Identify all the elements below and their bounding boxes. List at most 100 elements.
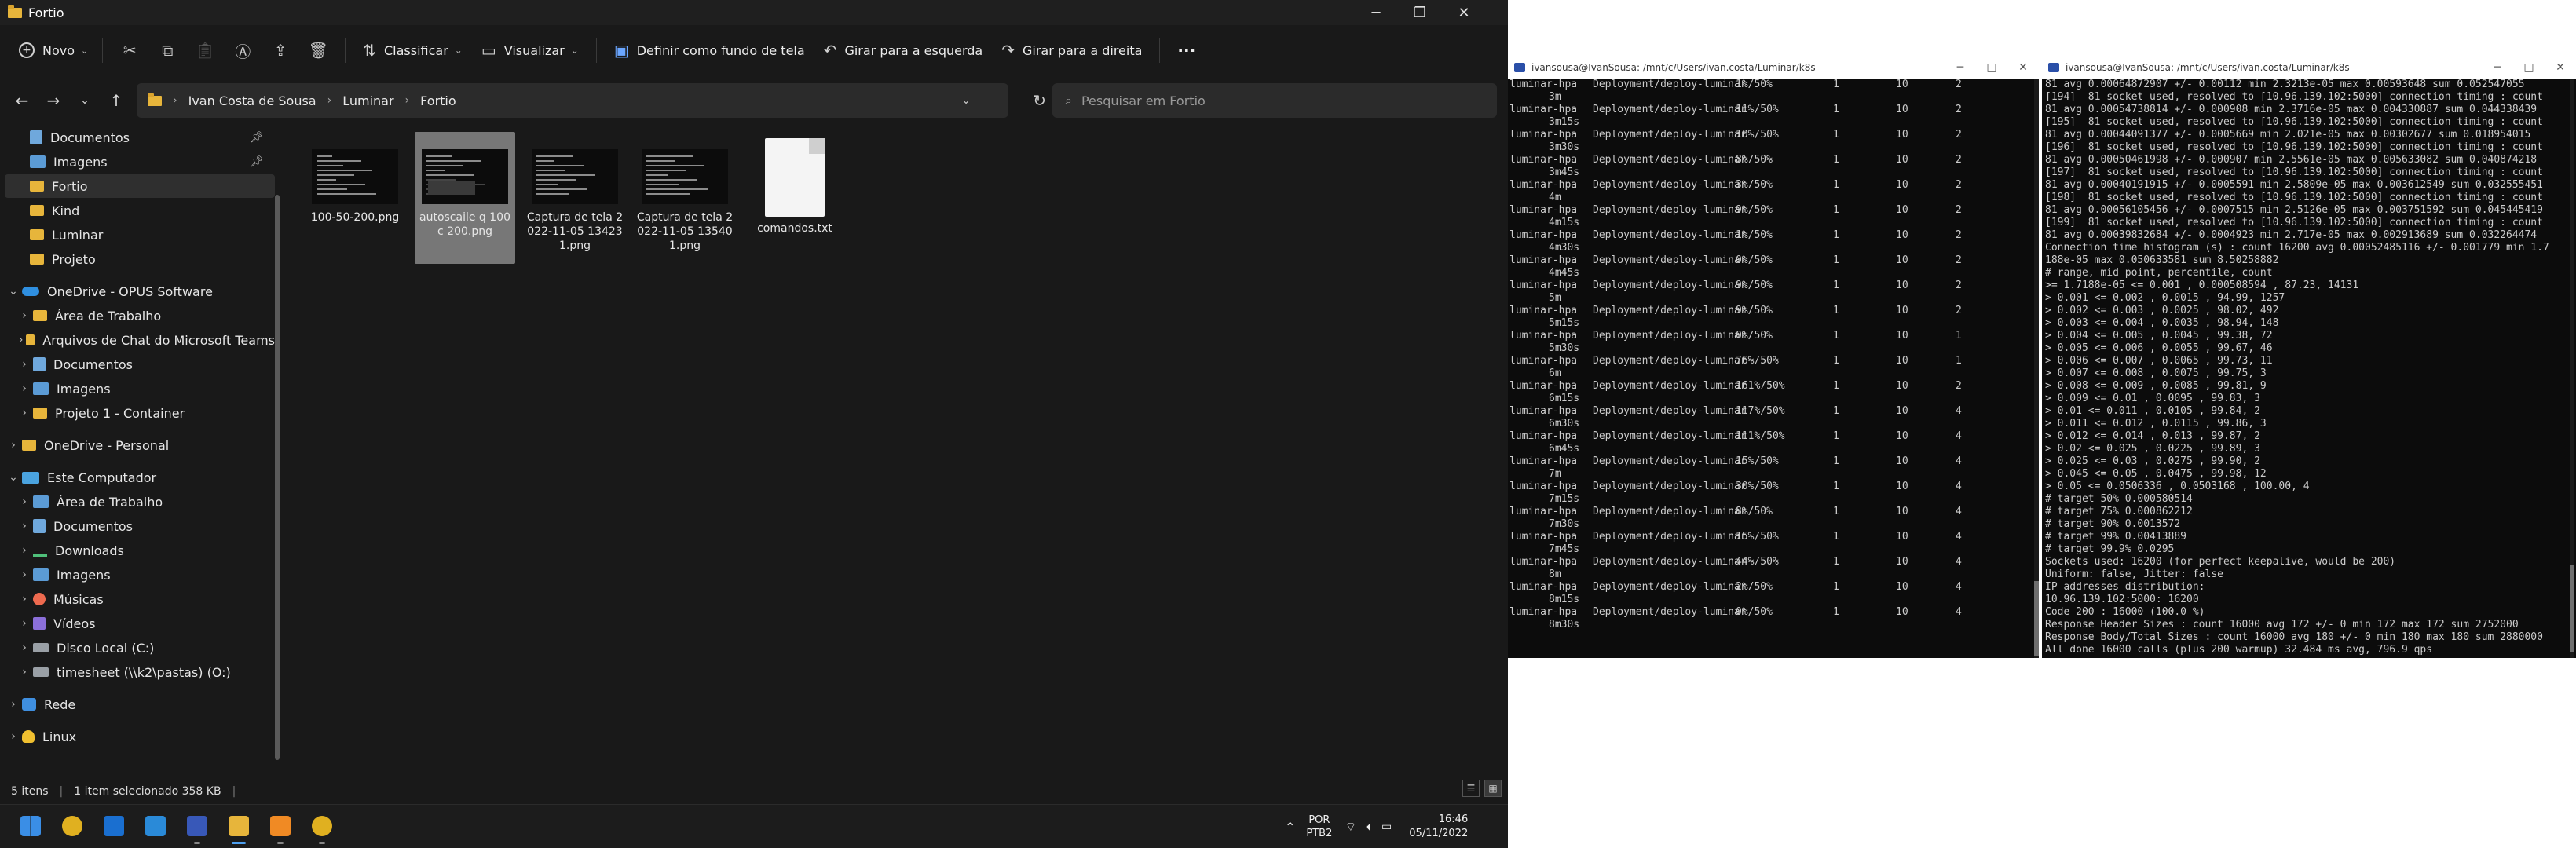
file-item[interactable]: autoscaile q 100 c 200.png [415,132,515,264]
maximize-button[interactable]: ❐ [1398,0,1442,25]
chrome-icon[interactable] [59,813,86,839]
file-item[interactable]: Captura de tela 2022-11-05 134231.png [525,132,625,264]
chevron-down-icon[interactable]: ⌄ [5,471,22,484]
sort-button[interactable]: ⇅ Classificar ⌄ [353,35,472,66]
paste-icon[interactable]: 📋︎ [186,35,224,66]
wifi-icon[interactable]: ⌔ [1345,819,1356,835]
nav-item[interactable]: › Documentos [5,353,275,376]
chevron-right-icon[interactable]: › [16,520,33,532]
chevron-right-icon[interactable]: › [16,544,33,557]
chevron-up-icon[interactable]: ⌃ [1285,820,1295,835]
close-button[interactable]: ✕ [1442,0,1486,25]
file-item[interactable]: 100-50-200.png [305,132,405,264]
chevron-down-icon[interactable]: ⌄ [5,285,22,298]
nav-item[interactable]: › Linux [5,725,275,748]
refresh-icon[interactable]: ↻ [1033,91,1046,110]
start-icon[interactable] [17,813,44,839]
rotate-left-button[interactable]: ↶ Girar para a esquerda [814,35,993,66]
nav-item[interactable]: Imagens 📌︎ [5,150,275,174]
nav-item[interactable]: › Disco Local (C:) [5,636,275,660]
sublime-icon[interactable] [267,813,294,844]
nav-item[interactable]: › Downloads [5,539,275,562]
chevron-right-icon[interactable]: › [16,358,33,371]
nav-item[interactable]: Kind [5,199,275,222]
chevron-right-icon[interactable]: › [5,730,22,743]
view-button[interactable]: ▭ Visualizar ⌄ [472,35,588,66]
nav-item[interactable]: Luminar [5,223,275,247]
chevron-right-icon[interactable]: › [16,382,33,395]
up-icon[interactable]: ↑ [101,85,132,116]
file-item[interactable]: comandos.txt [745,132,845,264]
delete-icon[interactable]: 🗑︎ [299,35,337,66]
share-icon[interactable]: ⇪ [262,35,299,66]
nav-item[interactable]: › Arquivos de Chat do Microsoft Teams [5,328,275,352]
nav-item[interactable]: Projeto [5,247,275,271]
rename-icon[interactable]: Ⓐ [224,35,262,66]
nav-item[interactable]: › Projeto 1 - Container [5,401,275,425]
chevron-right-icon[interactable]: › [16,666,33,678]
more-options-button[interactable]: ··· [1168,35,1205,66]
chevron-right-icon[interactable]: › [16,334,26,346]
close-button[interactable]: ✕ [2007,57,2039,79]
breadcrumb-item[interactable]: Ivan Costa de Sousa [188,93,317,108]
nav-item[interactable]: › Vídeos [5,612,275,635]
nav-item[interactable]: › Área de Trabalho [5,304,275,327]
nav-item[interactable]: › Músicas [5,587,275,611]
set-wallpaper-button[interactable]: ▣ Definir como fundo de tela [605,35,814,66]
chevron-right-icon[interactable]: › [5,439,22,451]
nav-item[interactable]: ⌄ OneDrive - OPUS Software [5,280,275,303]
volume-icon[interactable]: 🔈︎ [1366,819,1374,835]
back-icon[interactable]: ← [6,85,38,116]
new-button[interactable]: + Novo ⌄ [19,35,88,66]
terminal-window-fortio[interactable]: ivansousa@IvanSousa: /mnt/c/Users/ivan.c… [2042,57,2576,658]
chevron-right-icon[interactable]: › [16,568,33,581]
maximize-button[interactable]: □ [1976,57,2007,79]
clock[interactable]: 16:46 05/11/2022 [1409,813,1468,841]
nav-item[interactable]: › Imagens [5,563,275,587]
battery-icon[interactable]: ▭ [1381,821,1392,833]
thumbnails-view-button[interactable]: ▦ [1484,780,1502,797]
details-view-button[interactable]: ☰ [1462,780,1480,797]
file-explorer-icon[interactable] [225,813,252,844]
nav-item[interactable]: › OneDrive - Personal [5,433,275,457]
chrome-icon[interactable] [309,813,335,844]
nav-item[interactable]: › timesheet (\\k2\pastas) (O:) [5,660,275,684]
language-indicator[interactable]: POR PTB2 [1306,813,1332,840]
nav-item[interactable]: ⌄ Este Computador [5,466,275,489]
chevron-right-icon[interactable]: › [16,641,33,654]
nav-item[interactable]: › Rede [5,693,275,716]
forward-icon[interactable]: → [38,85,69,116]
rotate-right-button[interactable]: ↷ Girar para a direita [992,35,1151,66]
chevron-right-icon[interactable]: › [16,617,33,630]
chevron-right-icon[interactable]: › [16,309,33,322]
powershell-icon[interactable] [184,813,210,844]
cut-icon[interactable]: ✂ [111,35,148,66]
minimize-button[interactable]: ─ [2482,57,2513,79]
minimize-button[interactable]: ─ [1945,57,1976,79]
breadcrumb-item[interactable]: Fortio [420,93,456,108]
nav-item[interactable]: › Documentos [5,514,275,538]
minimize-button[interactable]: ─ [1354,0,1398,25]
recent-locations-icon[interactable]: ⌄ [69,85,101,116]
nav-item[interactable]: › Imagens [5,377,275,400]
vscode-icon[interactable] [142,813,169,839]
close-button[interactable]: ✕ [2545,57,2576,79]
outlook-icon[interactable] [101,813,127,839]
terminal-window-hpa[interactable]: ivansousa@IvanSousa: /mnt/c/Users/ivan.c… [1508,57,2039,658]
terminal-scrollbar[interactable] [2570,79,2574,658]
nav-item[interactable]: Documentos 📌︎ [5,126,275,149]
copy-icon[interactable]: ⧉ [148,35,186,66]
nav-item[interactable]: › Área de Trabalho [5,490,275,514]
chevron-right-icon[interactable]: › [16,495,33,508]
breadcrumb-item[interactable]: Luminar [342,93,393,108]
chevron-down-icon[interactable]: ⌄ [961,94,971,107]
chevron-right-icon[interactable]: › [16,407,33,419]
chevron-right-icon[interactable]: › [5,698,22,711]
nav-scrollbar[interactable] [275,195,280,760]
nav-item[interactable]: Fortio [5,174,275,198]
file-item[interactable]: Captura de tela 2022-11-05 135401.png [635,132,735,264]
search-box[interactable]: ⌕ Pesquisar em Fortio [1052,83,1497,118]
terminal-scrollbar[interactable] [2034,79,2039,658]
maximize-button[interactable]: □ [2513,57,2545,79]
chevron-right-icon[interactable]: › [16,593,33,605]
